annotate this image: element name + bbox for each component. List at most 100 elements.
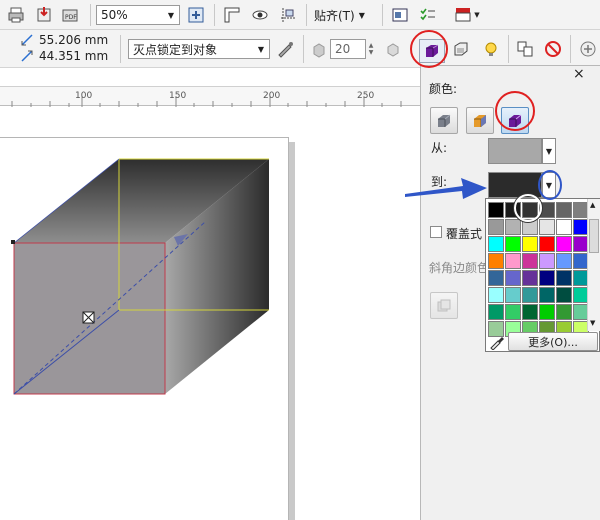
corner-handle[interactable] — [11, 240, 15, 244]
palette-swatch[interactable] — [505, 253, 521, 269]
vanishing-point-value: 灭点锁定到对象 — [133, 42, 218, 57]
copy-extrude-properties-icon[interactable] — [514, 39, 536, 59]
palette-scrollbar[interactable]: ▲ ▼ — [587, 199, 600, 331]
welcome-screen-icon[interactable] — [390, 5, 410, 25]
vanishing-point-pen-icon[interactable] — [275, 39, 295, 59]
bevel-color-button — [430, 292, 458, 319]
palette-swatch[interactable] — [556, 270, 572, 286]
annotation-arrow-icon — [405, 178, 487, 199]
cover-checkbox[interactable] — [430, 226, 442, 238]
palette-swatch[interactable] — [488, 287, 504, 303]
to-color-dropdown[interactable]: ▼ — [542, 172, 556, 198]
palette-swatch[interactable] — [522, 270, 538, 286]
palette-swatch[interactable] — [556, 236, 572, 252]
eyedropper-icon[interactable] — [489, 334, 507, 351]
ruler-tick-label: 250 — [357, 91, 375, 101]
snap-label: 贴齐(T) — [314, 8, 355, 23]
standard-toolbar: PDF 50% ▼ 贴齐(T) ▼ ▼ — [0, 0, 600, 30]
depth-value: 20 — [335, 42, 351, 56]
ruler-tick-label: 100 — [75, 91, 93, 101]
palette-swatch[interactable] — [505, 287, 521, 303]
scroll-thumb[interactable] — [589, 219, 599, 253]
snap-to-menu[interactable]: 贴齐(T) ▼ — [314, 5, 376, 25]
palette-swatch[interactable] — [556, 219, 572, 235]
extrude-color-icon[interactable] — [419, 39, 445, 63]
palette-swatch[interactable] — [539, 202, 555, 218]
depth-spinner-icon[interactable]: ▲ ▼ — [366, 39, 376, 59]
palette-swatch[interactable] — [488, 270, 504, 286]
chevron-down-icon: ▼ — [545, 180, 553, 190]
chevron-down-icon: ▼ — [257, 44, 265, 54]
extrude-depth-icon — [310, 41, 328, 59]
close-icon[interactable]: × — [573, 66, 585, 82]
palette-swatch[interactable] — [522, 219, 538, 235]
color-label: 颜色: — [429, 82, 458, 96]
extrude-rotation-icon[interactable] — [382, 39, 404, 59]
palette-swatch[interactable] — [505, 236, 521, 252]
palette-swatch[interactable] — [488, 236, 504, 252]
extruded-cube[interactable] — [0, 150, 300, 450]
object-size-icon — [20, 33, 34, 47]
export-icon[interactable]: PDF — [60, 5, 82, 25]
from-color-dropdown[interactable]: ▼ — [542, 138, 556, 164]
palette-swatch[interactable] — [522, 253, 538, 269]
print-icon[interactable] — [6, 5, 26, 25]
rulers-icon[interactable] — [222, 5, 242, 25]
chevron-down-icon: ▼ — [358, 10, 365, 20]
use-solid-color-button[interactable] — [466, 107, 494, 134]
from-label: 从: — [431, 141, 448, 155]
property-bar: 55.206 mm 44.351 mm 灭点锁定到对象 ▼ 20 ▲ ▼ — [0, 30, 600, 68]
palette-swatch[interactable] — [539, 270, 555, 286]
object-size-icon — [20, 49, 34, 63]
extrude-bevel-icon[interactable] — [450, 39, 472, 59]
import-icon[interactable] — [34, 5, 54, 25]
palette-swatch[interactable] — [539, 304, 555, 320]
more-colors-button[interactable]: 更多(O)... — [508, 332, 598, 351]
palette-swatch[interactable] — [556, 253, 572, 269]
zoom-select[interactable]: 50% ▼ — [96, 5, 180, 25]
extrude-lighting-icon[interactable] — [480, 39, 502, 59]
color-palette-popup: ▲ ▼ — [485, 198, 600, 352]
use-object-fill-button[interactable] — [430, 107, 458, 134]
vanishing-point-select[interactable]: 灭点锁定到对象 ▼ — [128, 39, 270, 59]
palette-swatch[interactable] — [505, 270, 521, 286]
palette-swatch[interactable] — [505, 202, 521, 218]
palette-swatch[interactable] — [556, 287, 572, 303]
chevron-down-icon: ▼ — [167, 10, 175, 20]
palette-swatch[interactable] — [522, 202, 538, 218]
height-readout[interactable]: 44.351 mm — [39, 49, 108, 63]
view-eye-icon[interactable] — [250, 5, 270, 25]
scroll-down-icon[interactable]: ▼ — [590, 319, 595, 327]
clear-extrude-icon[interactable] — [542, 39, 564, 59]
ruler-tick-label: 200 — [263, 91, 281, 101]
palette-swatch[interactable] — [539, 219, 555, 235]
palette-swatch[interactable] — [505, 304, 521, 320]
palette-swatch[interactable] — [522, 236, 538, 252]
chevron-down-icon: ▼ — [474, 11, 480, 19]
palette-swatch[interactable] — [522, 287, 538, 303]
from-color-swatch[interactable] — [488, 138, 542, 164]
palette-grid — [488, 202, 589, 337]
ruler-tick-label: 150 — [169, 91, 187, 101]
palette-swatch[interactable] — [539, 287, 555, 303]
options-checklist-icon[interactable] — [418, 5, 438, 25]
depth-input[interactable]: 20 — [330, 39, 366, 59]
palette-swatch[interactable] — [539, 236, 555, 252]
palette-swatch[interactable] — [488, 219, 504, 235]
application-launcher-icon[interactable]: ▼ — [452, 5, 482, 25]
width-readout[interactable]: 55.206 mm — [39, 33, 108, 47]
palette-swatch[interactable] — [505, 219, 521, 235]
palette-swatch[interactable] — [522, 304, 538, 320]
bevel-color-label: 斜角边颜色 — [429, 261, 490, 275]
guidelines-icon[interactable] — [278, 5, 298, 25]
palette-swatch[interactable] — [556, 304, 572, 320]
zoom-value: 50% — [101, 8, 128, 22]
palette-swatch[interactable] — [488, 253, 504, 269]
palette-swatch[interactable] — [539, 253, 555, 269]
palette-swatch[interactable] — [488, 304, 504, 320]
zoom-fit-icon[interactable] — [186, 5, 206, 25]
palette-swatch[interactable] — [556, 202, 572, 218]
add-preset-icon[interactable] — [578, 39, 598, 59]
scroll-up-icon[interactable]: ▲ — [590, 201, 595, 209]
use-color-shading-button[interactable] — [501, 107, 529, 134]
